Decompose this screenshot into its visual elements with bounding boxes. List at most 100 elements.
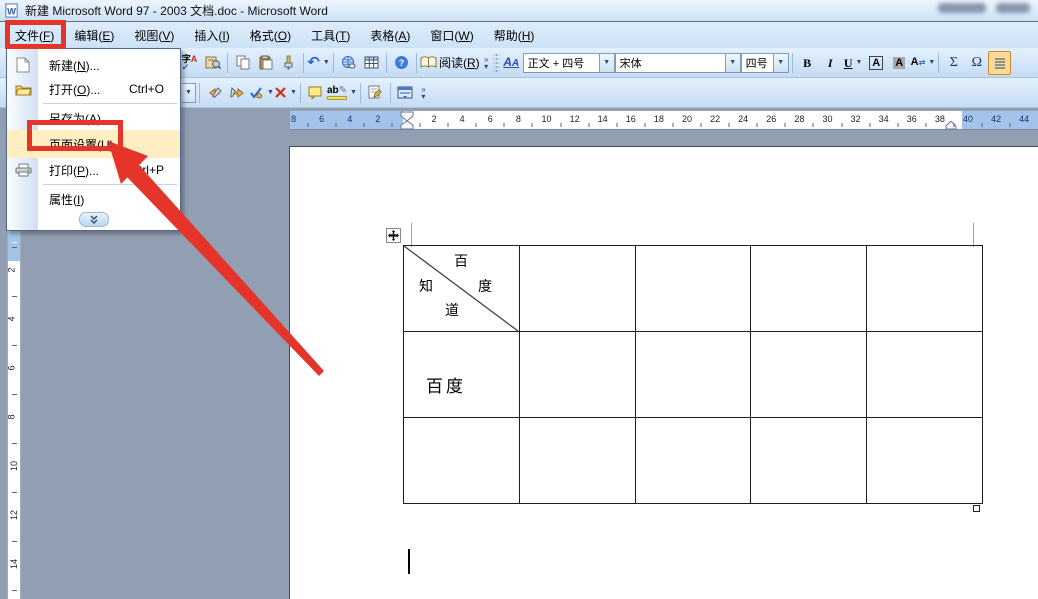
chevron-down-icon[interactable]: ▼ — [724, 53, 740, 72]
ruler-number: 10 — [9, 460, 20, 472]
table-cell-r1c2[interactable] — [519, 246, 636, 332]
highlight-button[interactable]: ab✎ ▼ — [326, 81, 357, 105]
toolbar-separator — [299, 82, 301, 103]
file-menu-item-properties[interactable]: 属性(I) — [7, 187, 180, 211]
table-cell-r3c1[interactable] — [404, 418, 520, 504]
table-cell-r1c3[interactable] — [635, 246, 752, 332]
ruler-tick — [812, 123, 814, 127]
italic-button[interactable]: I — [819, 51, 842, 75]
read-mode-button[interactable]: 阅读(R) — [420, 51, 480, 75]
file-menu-dropdown: 新建(N)... 打开(O)... Ctrl+O 另存为(A)... 页面设置(U)..… — [6, 48, 181, 231]
table-cell-r3c4[interactable] — [751, 418, 868, 504]
character-scale-icon: A⇄ — [910, 56, 926, 68]
table-move-handle[interactable] — [386, 228, 401, 243]
style-combo[interactable]: 正文 + 四号 ▼ — [522, 52, 615, 73]
toolbar-options[interactable]: » ▾ — [480, 49, 493, 77]
chevron-down-icon[interactable]: ▼ — [350, 89, 357, 96]
ruler-tick — [897, 123, 899, 127]
toolbar-separator — [359, 82, 361, 103]
chevron-down-icon[interactable]: ▼ — [267, 89, 274, 96]
help-button[interactable]: ? — [390, 51, 413, 75]
menu-file[interactable]: 文件(F) — [5, 22, 64, 48]
toolbar-separator — [416, 52, 417, 73]
previous-change-button[interactable] — [203, 81, 226, 105]
text-cursor — [408, 549, 410, 574]
ruler-number: 6 — [6, 365, 17, 371]
table-cell-r3c5[interactable] — [867, 418, 983, 504]
insert-comment-button[interactable] — [304, 81, 327, 105]
bold-button[interactable]: B — [796, 51, 819, 75]
undo-button[interactable]: ↶ ▼ — [307, 51, 330, 75]
distributed-button[interactable] — [988, 50, 1012, 75]
character-border-button[interactable]: A — [865, 51, 888, 75]
spelling-grammar-button[interactable]: 字A ✔ — [178, 51, 201, 75]
undo-icon: ↶ — [307, 53, 320, 71]
ruler-number: 14 — [9, 558, 20, 570]
table-cell-r3c2[interactable] — [519, 418, 636, 504]
symbol-omega-icon: Ω — [971, 55, 982, 70]
next-change-button[interactable] — [226, 81, 249, 105]
research-button[interactable] — [201, 51, 224, 75]
sum-button[interactable]: Σ — [942, 51, 965, 75]
underline-button[interactable]: U ▼ — [842, 51, 865, 75]
horizontal-ruler[interactable]: 8 6 4 2 2 4 6 8 10 12 14 16 18 20 22 24 26 28 30 32 34 36 38 40… — [290, 110, 1038, 130]
chevron-down-icon[interactable]: ▼ — [323, 59, 330, 66]
character-scale-button[interactable]: A⇄ ▼ — [911, 51, 936, 75]
styles-pane-button[interactable]: AA — [500, 51, 523, 75]
copy-button[interactable] — [231, 51, 254, 75]
chevron-down-icon[interactable]: ▼ — [856, 59, 863, 66]
character-shading-button[interactable]: A — [888, 51, 911, 75]
format-painter-button[interactable] — [277, 51, 300, 75]
ruler-tick — [869, 123, 871, 127]
table-cell-r2c2[interactable] — [519, 332, 636, 418]
toolbar-options[interactable]: » ▾ — [417, 79, 430, 107]
paste-button[interactable] — [254, 51, 277, 75]
hyperlink-button[interactable] — [337, 51, 360, 75]
menu-expand-button[interactable] — [78, 212, 109, 227]
menu-table[interactable]: 表格(A) — [360, 22, 420, 48]
chevron-down-icon[interactable]: ▼ — [928, 59, 935, 66]
menu-bar: 文件(F) 编辑(E) 视图(V) 插入(I) 格式(O) 工具(T) 表格(A) 窗口(W)… — [0, 22, 1038, 48]
chevron-down-icon[interactable]: ▼ — [290, 89, 297, 96]
insert-table-button[interactable] — [360, 51, 383, 75]
document-page[interactable]: 百度知道百度 — [289, 146, 1038, 599]
chevron-down-icon[interactable]: ▼ — [772, 53, 788, 72]
show-combo-stub[interactable]: ▼ — [182, 82, 196, 103]
font-combo[interactable]: 宋体 ▼ — [614, 52, 741, 73]
blurred-text — [938, 3, 986, 13]
right-indent-marker[interactable] — [945, 121, 957, 130]
file-menu-item-save-as[interactable]: 另存为(A)... — [7, 106, 180, 130]
menu-insert[interactable]: 插入(I) — [184, 22, 239, 48]
file-menu-item-open[interactable]: 打开(O)... Ctrl+O — [7, 77, 180, 101]
track-changes-button[interactable] — [364, 81, 387, 105]
menu-help[interactable]: 帮助(H) — [484, 22, 545, 48]
chevron-down-icon[interactable]: ▼ — [598, 53, 614, 72]
table-cell-r1c4[interactable] — [751, 246, 868, 332]
table-cell-r1c5[interactable] — [867, 246, 983, 332]
symbol-omega-button[interactable]: Ω — [965, 51, 988, 75]
table-cell-r2c4[interactable] — [751, 332, 868, 418]
size-combo[interactable]: 四号 ▼ — [740, 52, 789, 73]
file-menu-item-new[interactable]: 新建(N)... — [7, 53, 180, 77]
table-cell-r2c3[interactable] — [635, 332, 752, 418]
table-cell-r1c1[interactable]: 百度 知道 — [404, 246, 520, 332]
menu-format[interactable]: 格式(O) — [240, 22, 301, 48]
file-menu-item-page-setup[interactable]: 页面设置(U)... — [7, 130, 180, 158]
ruler-tick — [531, 123, 533, 127]
menu-edit[interactable]: 编辑(E) — [64, 22, 124, 48]
document-table[interactable]: 百度知道百度 — [403, 245, 983, 504]
ruler-number: 22 — [710, 114, 721, 124]
reject-change-button[interactable]: ▼ — [274, 81, 297, 105]
toolbar-grip[interactable] — [492, 51, 500, 74]
indent-markers[interactable] — [400, 111, 416, 131]
table-cell-r2c1[interactable]: 百度 — [404, 332, 520, 418]
menu-view[interactable]: 视图(V) — [124, 22, 184, 48]
accept-change-button[interactable]: ▼ — [249, 81, 274, 105]
file-menu-item-print[interactable]: 打印(P)... Ctrl+P — [7, 158, 180, 182]
menu-tools[interactable]: 工具(T) — [301, 22, 360, 48]
table-resize-handle[interactable] — [973, 505, 980, 512]
table-cell-r2c5[interactable] — [867, 332, 983, 418]
table-cell-r3c3[interactable] — [635, 418, 752, 504]
menu-window[interactable]: 窗口(W) — [420, 22, 483, 48]
reviewing-pane-button[interactable] — [394, 81, 417, 105]
